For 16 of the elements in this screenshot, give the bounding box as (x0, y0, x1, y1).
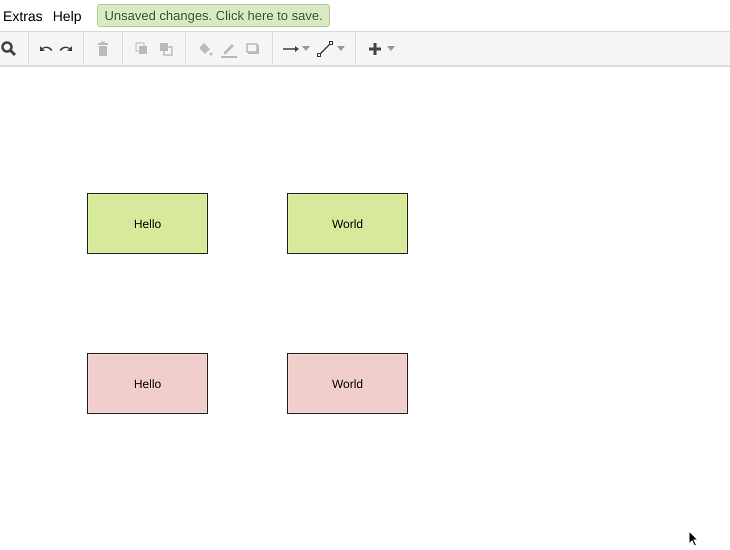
save-notice-button[interactable]: Unsaved changes. Click here to save. (97, 4, 330, 27)
menu-item[interactable]: Extras (3, 8, 49, 24)
line-icon (316, 40, 334, 58)
shape-label: World (332, 376, 364, 390)
caret-icon (387, 46, 395, 51)
redo-icon (59, 45, 73, 52)
shape-label: Hello (134, 216, 162, 230)
caret-icon (337, 46, 345, 51)
menu-item[interactable]: Help (52, 8, 88, 24)
shape-label: World (332, 216, 364, 230)
caret-icon (302, 46, 310, 51)
arrow-icon (283, 46, 299, 52)
search-icon (0, 40, 18, 58)
mouse-pointer-icon (688, 530, 699, 547)
undo-icon (39, 45, 53, 52)
shape-label: Hello (134, 376, 162, 390)
